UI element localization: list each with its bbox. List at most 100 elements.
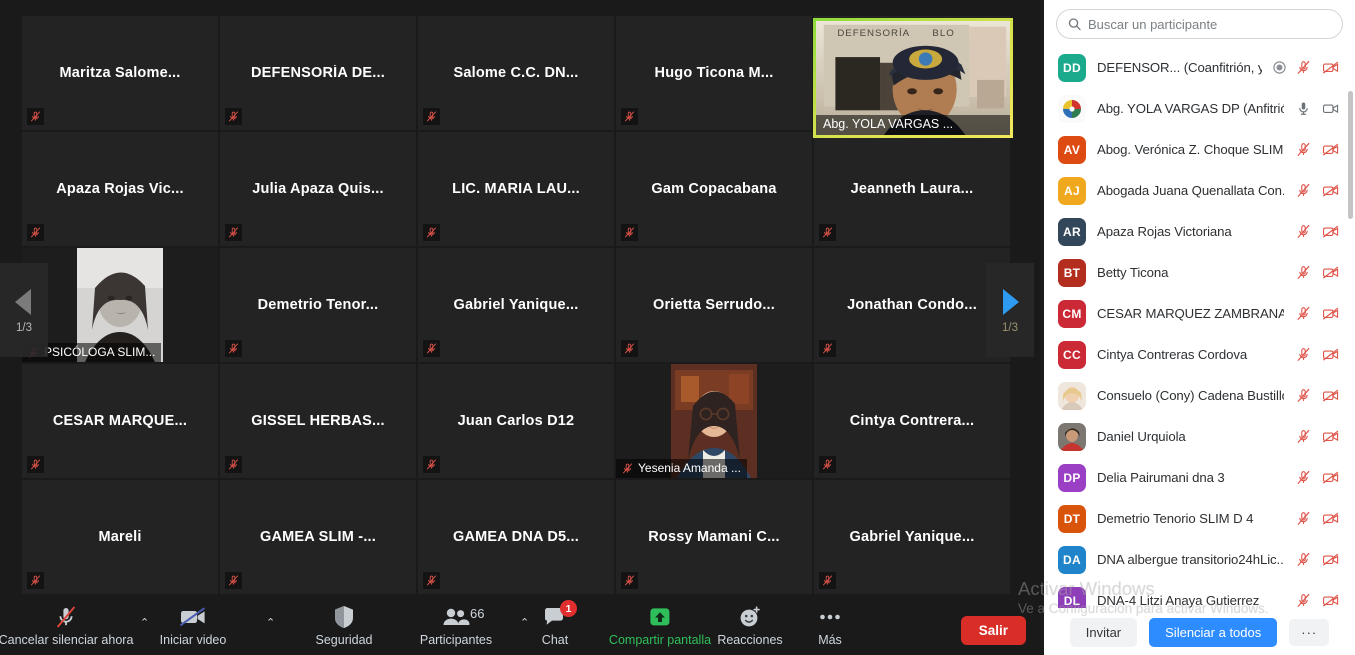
search-box[interactable]: [1056, 9, 1343, 39]
video-off-icon: [1323, 471, 1339, 484]
avatar: DT: [1058, 504, 1086, 533]
gallery-next-page-button[interactable]: 1/3: [986, 263, 1034, 357]
toolbar-chat-button[interactable]: 1 Chat: [520, 596, 590, 655]
participant-row[interactable]: DT Demetrio Tenorio SLIM D 4: [1044, 498, 1355, 539]
mic-off-icon: [426, 575, 437, 586]
video-tile[interactable]: Gabriel Yanique...: [814, 480, 1010, 594]
video-tile[interactable]: PSICÓLOGA SLIM...: [22, 248, 218, 362]
participant-row[interactable]: AJ Abogada Juana Quenallata Con...: [1044, 170, 1355, 211]
video-tile[interactable]: Rossy Mamani C...: [616, 480, 812, 594]
participant-row[interactable]: DA DNA albergue transitorio24hLic....: [1044, 539, 1355, 580]
video-tile[interactable]: LIC. MARIA LAU...: [418, 132, 614, 246]
participants-more-button[interactable]: ···: [1289, 618, 1330, 646]
mic-off-icon: [1297, 388, 1311, 403]
leave-meeting-button[interactable]: Salir: [960, 616, 1026, 645]
participant-row[interactable]: DD DEFENSOR... (Coanfitrión, yo): [1044, 47, 1355, 88]
toolbar-participants-button[interactable]: 66 Participantes: [400, 596, 512, 655]
avatar: BT: [1058, 258, 1086, 287]
video-tile[interactable]: Gabriel Yanique...: [418, 248, 614, 362]
video-tile[interactable]: GAMEA SLIM -...: [220, 480, 416, 594]
participant-row[interactable]: BT Betty Ticona: [1044, 252, 1355, 293]
video-tile[interactable]: Orietta Serrudo...: [616, 248, 812, 362]
mic-off-icon: [228, 343, 239, 354]
participant-status-icons: [1295, 387, 1341, 404]
video-tile[interactable]: Hugo Ticona M...: [616, 16, 812, 130]
video-tile[interactable]: Yesenia Amanda ...: [616, 364, 812, 478]
participant-name: Abg. YOLA VARGAS DP (Anfitrión): [1097, 101, 1285, 116]
video-tile[interactable]: Jeanneth Laura...: [814, 132, 1010, 246]
video-off-icon: [1323, 61, 1339, 74]
tile-mute-badge: [423, 340, 440, 357]
recording-icon: [1273, 61, 1287, 74]
video-tile[interactable]: Demetrio Tenor...: [220, 248, 416, 362]
video-tile[interactable]: Gam Copacabana: [616, 132, 812, 246]
scrollbar-thumb[interactable]: [1348, 91, 1353, 219]
participant-name: Betty Ticona: [1097, 265, 1169, 280]
page-indicator-left: 1/3: [16, 321, 32, 334]
mic-off-icon: [1297, 306, 1311, 321]
tile-participant-name: Mareli: [98, 529, 142, 545]
toolbar-reactions-button[interactable]: Reacciones: [700, 596, 800, 655]
video-tile[interactable]: Salome C.C. DN...: [418, 16, 614, 130]
toolbar-video-button[interactable]: Iniciar video: [128, 596, 258, 655]
toolbar-security-button[interactable]: Seguridad: [288, 596, 400, 655]
participant-name: Abog. Verónica Z. Choque SLIM...: [1097, 142, 1285, 157]
participant-row[interactable]: Consuelo (Cony) Cadena Bustillos: [1044, 375, 1355, 416]
toolbar-mute-label: Cancelar silenciar ahora: [0, 633, 134, 647]
participant-row[interactable]: Daniel Urquiola: [1044, 416, 1355, 457]
tile-mute-badge: [225, 456, 242, 473]
mute-all-button[interactable]: Silenciar a todos: [1149, 617, 1278, 647]
search-input[interactable]: [1087, 16, 1331, 32]
video-off-icon: [1323, 430, 1339, 443]
participants-panel: DD DEFENSOR... (Coanfitrión, yo) Abg. YOLA…: [1044, 0, 1355, 655]
participant-status-icons: [1295, 592, 1341, 608]
toolbar-mute-button[interactable]: Cancelar silenciar ahora: [0, 596, 134, 655]
video-tile[interactable]: Cintya Contrera...: [814, 364, 1010, 478]
tile-participant-name: Hugo Ticona M...: [654, 65, 774, 81]
mic-off-icon: [56, 606, 76, 628]
toolbar-chat-label: Chat: [541, 633, 569, 647]
participants-footer: Invitar Silenciar a todos ···: [1044, 608, 1355, 655]
mic-off-icon: [1297, 470, 1311, 485]
video-tile[interactable]: Julia Apaza Quis...: [220, 132, 416, 246]
tile-mute-badge: [621, 108, 638, 125]
participant-row[interactable]: AR Apaza Rojas Victoriana: [1044, 211, 1355, 252]
video-off-icon: [1323, 225, 1339, 238]
participant-row[interactable]: DL DNA-4 Litzi Anaya Gutierrez: [1044, 580, 1355, 608]
invite-button[interactable]: Invitar: [1069, 617, 1138, 647]
active-speaker-tile[interactable]: DEFENSORÍA BLO Abg. YOLA VARGAS ...: [813, 18, 1013, 138]
video-tile[interactable]: Mareli: [22, 480, 218, 594]
video-tile[interactable]: Jonathan Condo...: [814, 248, 1010, 362]
tile-participant-name: Jeanneth Laura...: [850, 181, 974, 197]
org-logo: [1058, 94, 1086, 123]
avatar: DL: [1058, 586, 1086, 608]
page-indicator-right: 1/3: [1002, 321, 1018, 334]
participant-status-icons: [1295, 510, 1341, 527]
gallery-prev-page-button[interactable]: 1/3: [0, 263, 48, 357]
zoom-meeting-window: Maritza Salome... DEFENSORÍA DE... Salome …: [0, 0, 1355, 655]
toolbar-more-button[interactable]: Más: [800, 596, 860, 655]
mic-off-icon: [228, 111, 239, 122]
tile-participant-name: Apaza Rojas Vic...: [56, 181, 184, 197]
video-off-icon: [1323, 553, 1339, 566]
video-tile[interactable]: GISSEL HERBAS...: [220, 364, 416, 478]
participant-row[interactable]: CM CESAR MARQUEZ ZAMBRANA: [1044, 293, 1355, 334]
video-tile[interactable]: Apaza Rojas Vic...: [22, 132, 218, 246]
search-icon: [1068, 18, 1081, 31]
participant-row[interactable]: CC Cintya Contreras Cordova: [1044, 334, 1355, 375]
video-tile[interactable]: Maritza Salome...: [22, 16, 218, 130]
mic-off-icon: [53, 604, 79, 630]
participant-row[interactable]: DP Delia Pairumani dna 3: [1044, 457, 1355, 498]
toolbar-video-chevron-up-icon[interactable]: ⌃: [266, 616, 275, 629]
participant-name: Apaza Rojas Victoriana: [1097, 224, 1232, 239]
participants-scrollbar[interactable]: [1348, 91, 1353, 608]
participant-row[interactable]: Abg. YOLA VARGAS DP (Anfitrión): [1044, 88, 1355, 129]
video-tile[interactable]: CESAR MARQUE...: [22, 364, 218, 478]
video-tile[interactable]: GAMEA DNA D5...: [418, 480, 614, 594]
video-tile[interactable]: DEFENSORÍA DE...: [220, 16, 416, 130]
tile-participant-name: GAMEA SLIM -...: [259, 529, 377, 545]
video-tile[interactable]: Juan Carlos D12: [418, 364, 614, 478]
participant-row[interactable]: AV Abog. Verónica Z. Choque SLIM...: [1044, 129, 1355, 170]
participants-list[interactable]: DD DEFENSOR... (Coanfitrión, yo) Abg. YOLA…: [1044, 47, 1355, 608]
tile-mute-badge: [621, 224, 638, 241]
